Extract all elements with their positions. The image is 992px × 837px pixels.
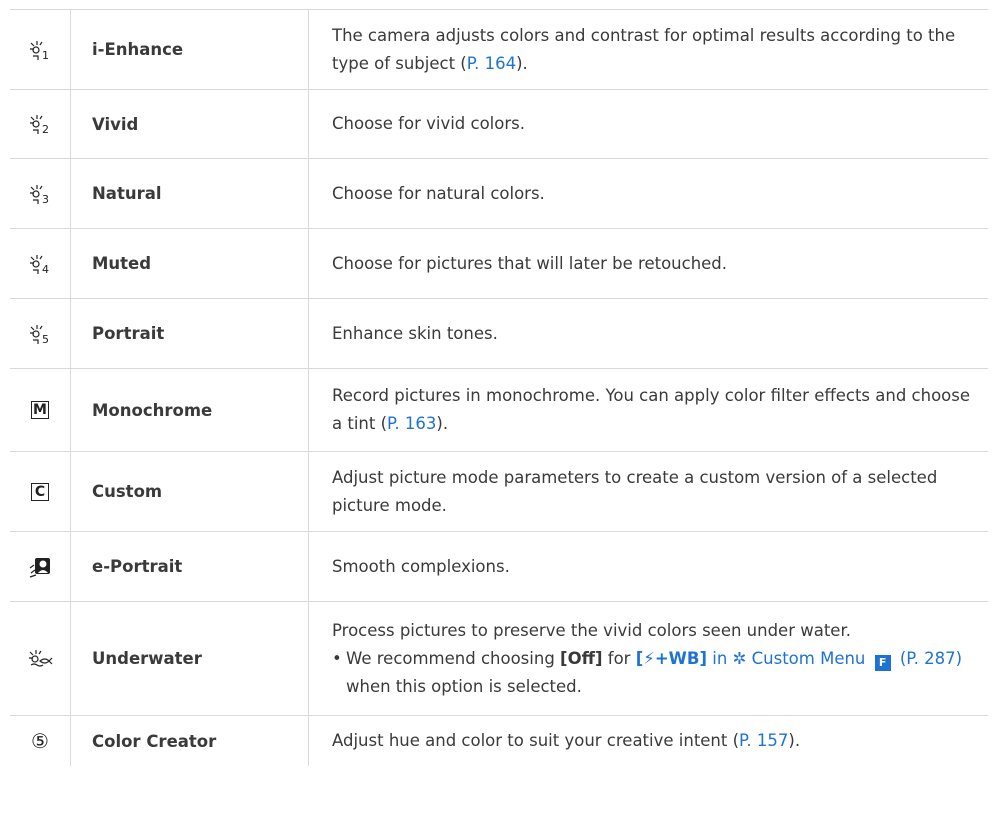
picture-mode-4-icon: 4: [28, 253, 52, 275]
svg-text:1: 1: [42, 49, 49, 61]
mode-description: Choose for pictures that will later be r…: [332, 253, 728, 273]
svg-text:5: 5: [42, 333, 49, 345]
svg-text:4: 4: [42, 263, 49, 275]
mode-name: Monochrome: [71, 369, 309, 451]
icon-cell: 3: [10, 159, 71, 228]
table-row: 5 Portrait Enhance skin tones.: [10, 299, 988, 369]
page-link[interactable]: P. 157: [739, 731, 788, 750]
mode-description: Process pictures to preserve the vivid c…: [309, 602, 988, 715]
picture-mode-5-icon: 5: [28, 323, 52, 345]
table-row: Underwater Process pictures to preserve …: [10, 602, 988, 716]
svg-text:3: 3: [42, 193, 49, 205]
mode-description: Choose for natural colors.: [332, 183, 545, 203]
mode-description: Smooth complexions.: [332, 556, 510, 576]
gear-icon: ✲: [732, 648, 747, 668]
icon-cell: C: [10, 452, 71, 531]
mode-name: i-Enhance: [71, 10, 309, 89]
icon-cell: 4: [10, 229, 71, 298]
table-row: 4 Muted Choose for pictures that will la…: [10, 229, 988, 299]
color-creator-icon: ⑤: [31, 729, 49, 753]
custom-menu-link[interactable]: Custom Menu: [746, 649, 870, 668]
picture-mode-table: 1 i-Enhance The camera adjusts colors an…: [10, 9, 988, 766]
mode-name: Underwater: [71, 602, 309, 715]
table-row: 1 i-Enhance The camera adjusts colors an…: [10, 10, 988, 90]
mode-description: The camera adjusts colors and contrast f…: [332, 25, 956, 73]
note: • We recommend choosing [Off] for [⚡+WB]…: [332, 645, 972, 701]
page-link[interactable]: (P. 287): [895, 649, 962, 668]
page-link[interactable]: P. 164: [467, 54, 516, 73]
icon-cell: 1: [10, 10, 71, 89]
table-row: M Monochrome Record pictures in monochro…: [10, 369, 988, 452]
underwater-icon: [27, 648, 53, 670]
mode-name: Custom: [71, 452, 309, 531]
picture-mode-3-icon: 3: [28, 183, 52, 205]
e-portrait-icon: [28, 556, 52, 578]
table-row: ⑤ Color Creator Adjust hue and color to …: [10, 716, 988, 766]
mode-description: Choose for vivid colors.: [332, 114, 525, 133]
bullet-marker: •: [332, 648, 342, 668]
table-row: e-Portrait Smooth complexions.: [10, 532, 988, 602]
mode-description: Adjust picture mode parameters to create…: [332, 467, 938, 515]
mode-name: Color Creator: [71, 716, 309, 766]
mode-name: e-Portrait: [71, 532, 309, 601]
icon-cell: [10, 602, 71, 715]
icon-cell: [10, 532, 71, 601]
custom-C-icon: C: [31, 482, 49, 501]
mode-name: Vivid: [71, 90, 309, 158]
menu-F-icon: F: [874, 654, 891, 671]
mode-name: Muted: [71, 229, 309, 298]
mode-name: Natural: [71, 159, 309, 228]
monochrome-M-icon: M: [31, 401, 49, 419]
table-row: C Custom Adjust picture mode parameters …: [10, 452, 988, 532]
mode-description: Enhance skin tones.: [332, 323, 498, 343]
mode-description: Record pictures in monochrome. You can a…: [332, 386, 971, 433]
icon-cell: 2: [10, 90, 71, 158]
table-row: 2 Vivid Choose for vivid colors.: [10, 90, 988, 159]
picture-mode-1-icon: 1: [28, 39, 52, 61]
mode-description: Adjust hue and color to suit your creati…: [332, 731, 801, 750]
svg-text:2: 2: [42, 123, 49, 135]
picture-mode-2-icon: 2: [28, 113, 52, 135]
icon-cell: M: [10, 369, 71, 451]
page-link[interactable]: P. 163: [387, 414, 436, 433]
flash-wb-link[interactable]: [⚡+WB]: [636, 649, 707, 668]
icon-cell: 5: [10, 299, 71, 368]
table-row: 3 Natural Choose for natural colors.: [10, 159, 988, 229]
mode-name: Portrait: [71, 299, 309, 368]
icon-cell: ⑤: [10, 716, 71, 766]
